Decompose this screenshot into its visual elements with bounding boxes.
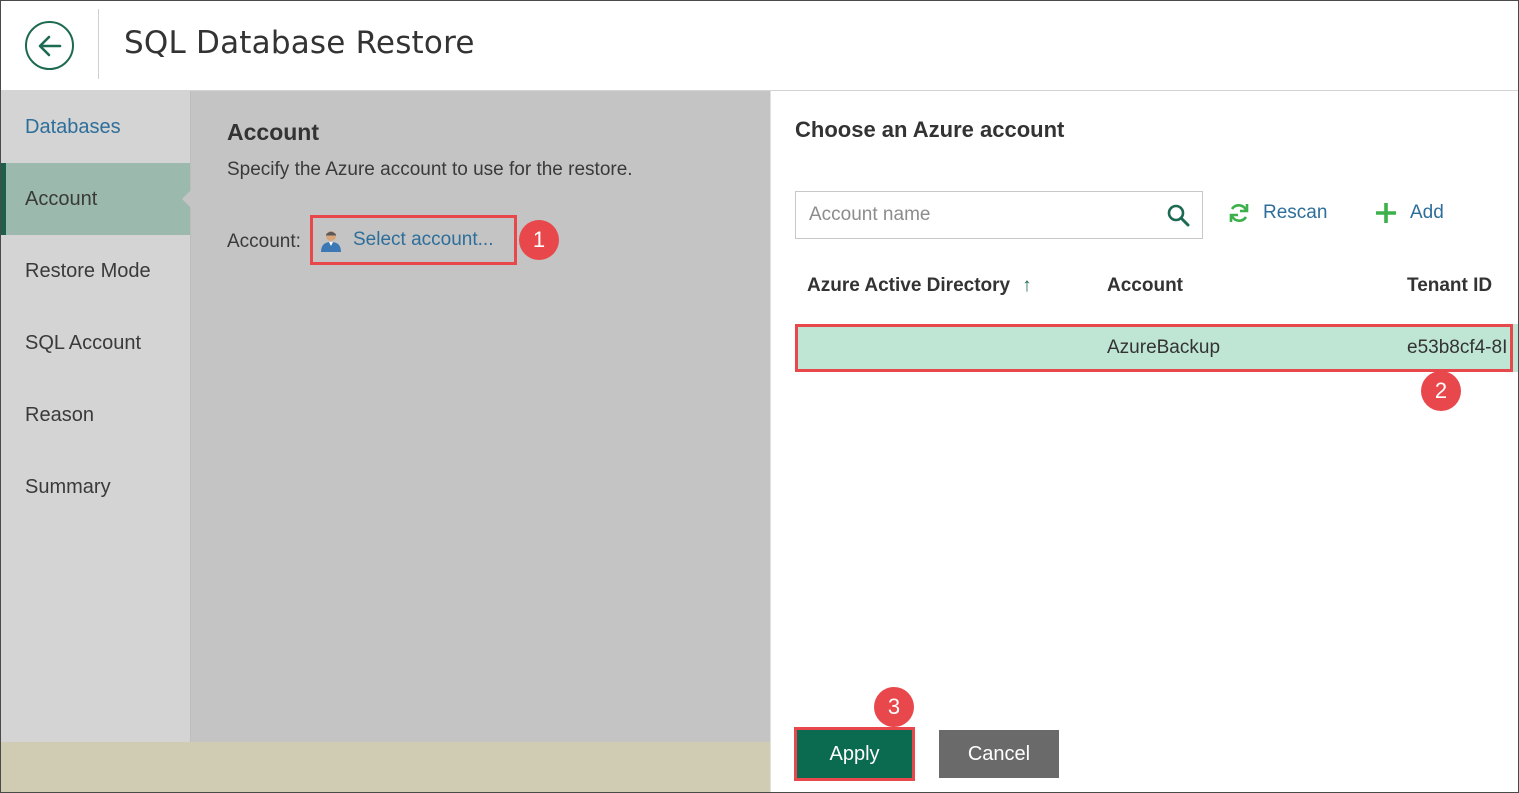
callout-1-badge: 1: [519, 220, 559, 260]
step-description: Specify the Azure account to use for the…: [227, 159, 633, 180]
column-header-label: Azure Active Directory: [807, 275, 1011, 296]
user-icon: [319, 228, 343, 252]
back-button[interactable]: [25, 21, 74, 70]
nav-item-reason[interactable]: Reason: [1, 379, 190, 451]
nav-item-databases[interactable]: Databases: [1, 91, 190, 163]
column-header-account[interactable]: Account: [1107, 275, 1183, 297]
nav-item-summary[interactable]: Summary: [1, 451, 190, 523]
wizard-steps-nav: Databases Account Restore Mode SQL Accou…: [1, 91, 191, 742]
add-account-button[interactable]: Add: [1374, 201, 1444, 225]
account-name-search-input[interactable]: [796, 192, 1156, 238]
callout-3-badge: 3: [874, 687, 914, 727]
callout-2-badge: 2: [1421, 371, 1461, 411]
account-field-label: Account:: [227, 231, 301, 252]
cancel-button[interactable]: Cancel: [939, 730, 1059, 778]
panel-title: Choose an Azure account: [795, 117, 1065, 142]
account-step-content: Account Specify the Azure account to use…: [191, 91, 770, 742]
account-search-box: [795, 191, 1203, 239]
rescan-label: Rescan: [1263, 202, 1328, 223]
nav-item-account[interactable]: Account: [1, 163, 191, 235]
app-window: SQL Database Restore Databases Account R…: [0, 0, 1519, 793]
selected-row-highlight: [795, 324, 1513, 372]
nav-item-sql-account[interactable]: SQL Account: [1, 307, 190, 379]
column-header-tenant-id[interactable]: Tenant ID: [1407, 275, 1492, 297]
page-header: SQL Database Restore: [1, 1, 1518, 91]
plus-icon: [1374, 201, 1398, 225]
nav-item-restore-mode[interactable]: Restore Mode: [1, 235, 190, 307]
select-account-label: Select account...: [353, 229, 494, 250]
rescan-button[interactable]: Rescan: [1227, 201, 1327, 225]
sort-ascending-icon: ↑: [1022, 275, 1032, 296]
add-label: Add: [1410, 202, 1444, 223]
header-divider: [98, 9, 99, 79]
column-header-azure-active-directory[interactable]: Azure Active Directory ↑: [807, 275, 1032, 297]
apply-button[interactable]: Apply: [794, 727, 915, 781]
footer-strip: [1, 742, 770, 792]
page-title: SQL Database Restore: [124, 25, 475, 61]
arrow-left-icon: [38, 35, 61, 56]
step-heading: Account: [227, 119, 319, 145]
select-account-link[interactable]: Select account...: [310, 215, 517, 265]
search-icon[interactable]: [1166, 203, 1190, 227]
refresh-icon: [1227, 201, 1251, 225]
choose-azure-account-panel: Choose an Azure account Rescan: [770, 91, 1518, 792]
